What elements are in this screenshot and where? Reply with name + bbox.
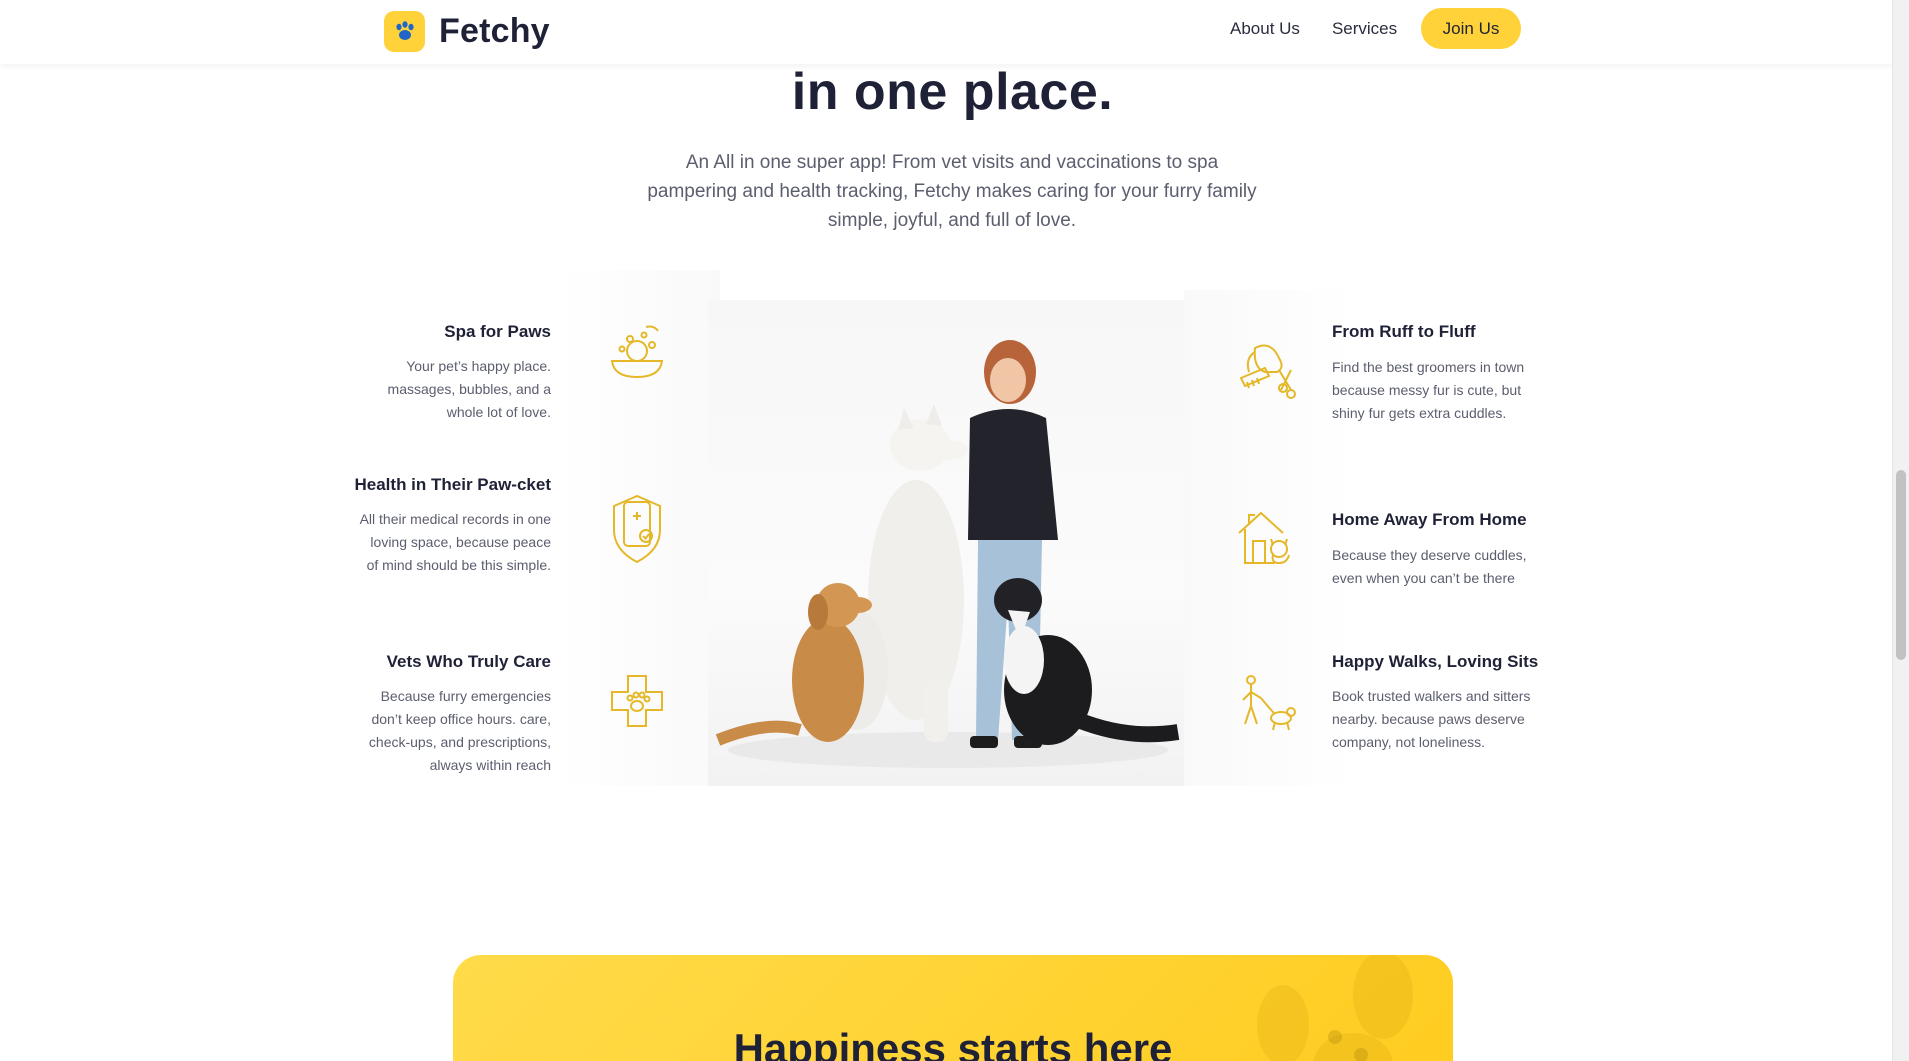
feature-description: Because they deserve cuddles, even when … bbox=[1332, 547, 1527, 586]
feature-title: Happy Walks, Loving Sits bbox=[1332, 652, 1539, 671]
feature-description: Book trusted walkers and sitters nearby.… bbox=[1332, 688, 1531, 750]
page: Fetchy About Us Services Join Us in one … bbox=[0, 0, 1892, 1061]
nav-links: About Us Services bbox=[1230, 8, 1429, 50]
paw-icon bbox=[384, 10, 425, 52]
feature-description: Find the best groomers in town because m… bbox=[1332, 359, 1525, 421]
join-button[interactable]: Join Us bbox=[1421, 8, 1521, 49]
brand-name: Fetchy bbox=[439, 11, 550, 50]
hero-title: in one place. bbox=[791, 63, 1114, 121]
scrollbar[interactable] bbox=[1892, 0, 1909, 1061]
nav-about[interactable]: About Us bbox=[1230, 19, 1300, 39]
pet-hotel-icon bbox=[1235, 505, 1297, 567]
hero-image bbox=[708, 300, 1184, 786]
golden-retriever bbox=[715, 583, 872, 746]
feature-title: Spa for Paws bbox=[444, 322, 551, 341]
feature-description: Your pet’s happy place. massages, bubble… bbox=[387, 358, 551, 420]
nav-services[interactable]: Services bbox=[1332, 19, 1397, 39]
cta-card: Happiness starts here bbox=[453, 955, 1453, 1061]
border-collie bbox=[994, 578, 1180, 745]
medical-shield-icon bbox=[606, 492, 668, 564]
grooming-icon bbox=[1235, 338, 1297, 400]
cta-title: Happiness starts here bbox=[733, 1025, 1173, 1061]
brand[interactable]: Fetchy bbox=[384, 8, 550, 54]
feature-title: From Ruff to Fluff bbox=[1332, 322, 1476, 341]
feature-title: Home Away From Home bbox=[1332, 510, 1527, 529]
feature-title: Vets Who Truly Care bbox=[386, 652, 551, 671]
feature-description: All their medical records in one loving … bbox=[359, 511, 551, 573]
feature-title: Health in Their Paw-cket bbox=[354, 475, 552, 494]
hero-description: An All in one super app! From vet visits… bbox=[647, 152, 1257, 231]
feature-description: Because furry emergencies don’t keep off… bbox=[368, 688, 551, 773]
vet-cross-icon bbox=[606, 670, 668, 732]
navbar: Fetchy About Us Services Join Us bbox=[0, 0, 1892, 64]
bath-icon bbox=[606, 321, 668, 383]
scrollbar-thumb[interactable] bbox=[1896, 470, 1906, 660]
dog-walker-icon bbox=[1235, 672, 1297, 734]
